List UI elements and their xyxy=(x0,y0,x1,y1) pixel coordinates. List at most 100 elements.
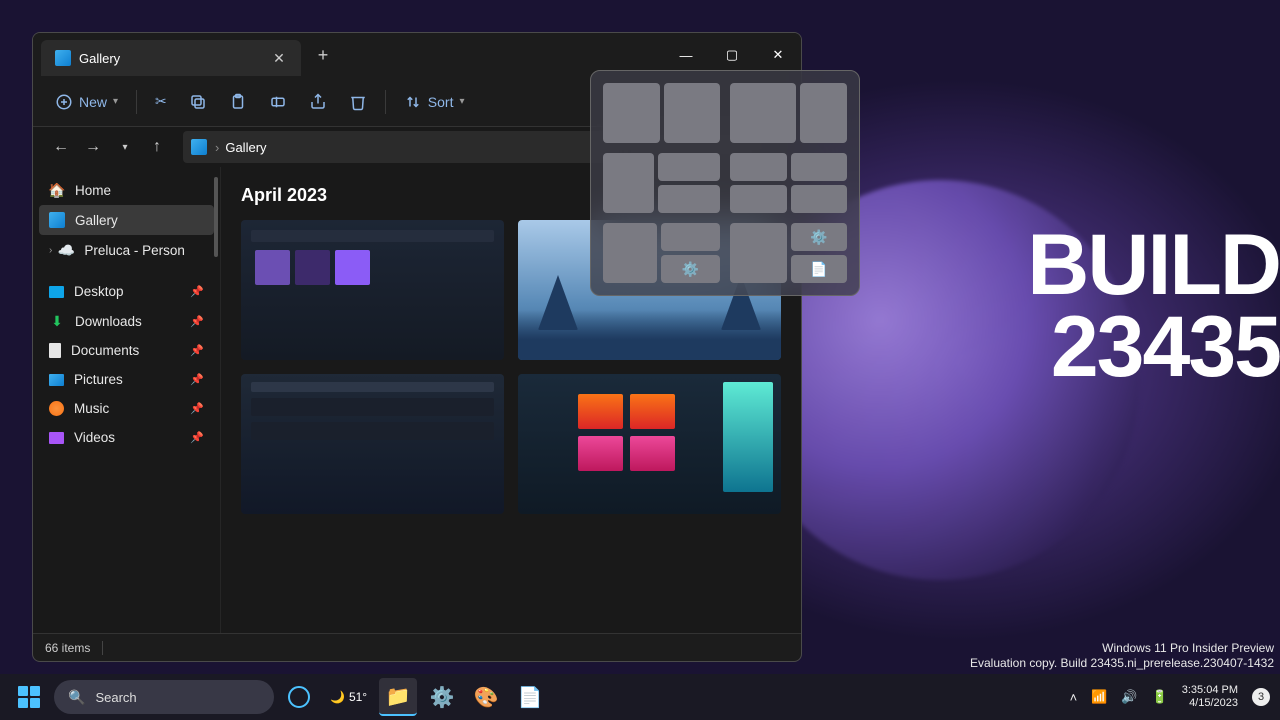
image-thumbnail[interactable] xyxy=(518,374,781,514)
cloud-icon: ☁️ xyxy=(58,242,74,258)
taskbar-search[interactable]: 🔍 Search xyxy=(54,680,274,714)
plus-circle-icon xyxy=(55,93,73,111)
new-button[interactable]: New ▾ xyxy=(47,87,126,117)
watermark-edition: Windows 11 Pro Insider Preview xyxy=(970,641,1274,657)
share-icon xyxy=(309,93,327,111)
delete-button[interactable] xyxy=(341,87,375,117)
watermark-build: Evaluation copy. Build 23435.ni_prerelea… xyxy=(970,656,1274,672)
image-thumbnail[interactable] xyxy=(241,374,504,514)
temperature: 51° xyxy=(349,690,367,704)
moon-icon: 🌙 xyxy=(330,690,345,704)
notepad-icon: 📄 xyxy=(791,255,848,283)
image-thumbnail[interactable] xyxy=(241,220,504,360)
new-tab-button[interactable]: + xyxy=(309,41,337,69)
taskbar-app-notepad[interactable]: 📄 xyxy=(511,678,549,716)
sidebar-item-home[interactable]: 🏠Home xyxy=(39,175,214,205)
sort-label: Sort xyxy=(428,94,454,110)
back-button[interactable]: ← xyxy=(47,133,75,161)
status-bar: 66 items xyxy=(33,633,801,661)
sidebar-item-pictures[interactable]: Pictures📌 xyxy=(39,365,214,394)
pin-icon: 📌 xyxy=(190,373,204,386)
snap-layout-3-alt[interactable]: ⚙️ xyxy=(603,223,720,283)
pin-icon: 📌 xyxy=(190,431,204,444)
sidebar-item-documents[interactable]: Documents📌 xyxy=(39,336,214,365)
sort-button[interactable]: Sort ▾ xyxy=(396,87,473,117)
taskbar-app-settings[interactable]: ⚙️ xyxy=(423,678,461,716)
sidebar-item-videos[interactable]: Videos📌 xyxy=(39,423,214,452)
snap-layout-3-apps[interactable]: ⚙️ 📄 xyxy=(730,223,847,283)
taskbar-app-explorer[interactable]: 📁 xyxy=(379,678,417,716)
sidebar-item-gallery[interactable]: Gallery xyxy=(39,205,214,235)
divider xyxy=(385,90,386,114)
date: 4/15/2023 xyxy=(1182,697,1238,710)
sidebar-item-desktop[interactable]: Desktop📌 xyxy=(39,277,214,306)
snap-layout-4grid[interactable] xyxy=(730,153,847,213)
recent-dropdown[interactable]: ▾ xyxy=(111,133,139,161)
volume-icon[interactable]: 🔊 xyxy=(1121,689,1137,705)
rename-button[interactable] xyxy=(261,87,295,117)
gear-icon: ⚙️ xyxy=(791,223,848,251)
gallery-icon xyxy=(55,50,71,66)
notepad-icon: 📄 xyxy=(518,685,543,710)
sidebar-item-music[interactable]: Music📌 xyxy=(39,394,214,423)
paste-button[interactable] xyxy=(221,87,255,117)
wifi-icon[interactable]: 📶 xyxy=(1091,689,1107,705)
weather-widget[interactable]: 🌙 51° xyxy=(324,690,373,704)
desktop-watermark: Windows 11 Pro Insider Preview Evaluatio… xyxy=(970,641,1274,672)
clock[interactable]: 3:35:04 PM 4/15/2023 xyxy=(1182,684,1238,710)
clipboard-icon xyxy=(229,93,247,111)
maximize-button[interactable]: ▢ xyxy=(709,39,755,71)
snap-layout-3[interactable] xyxy=(603,153,720,213)
videos-icon xyxy=(49,432,64,444)
sidebar-item-onedrive[interactable]: ›☁️Preluca - Person xyxy=(39,235,214,265)
palette-icon: 🎨 xyxy=(474,685,499,710)
window-controls: — ▢ ✕ xyxy=(663,39,801,71)
pin-icon: 📌 xyxy=(190,315,204,328)
sort-icon xyxy=(404,93,422,111)
copy-button[interactable] xyxy=(181,87,215,117)
new-label: New xyxy=(79,94,107,110)
folder-icon: 📁 xyxy=(386,684,411,709)
snap-layouts-flyout: ⚙️ ⚙️ 📄 xyxy=(590,70,860,296)
share-button[interactable] xyxy=(301,87,335,117)
music-icon xyxy=(49,401,64,416)
pin-icon: 📌 xyxy=(190,402,204,415)
minimize-button[interactable]: — xyxy=(663,39,709,71)
windows-logo-icon xyxy=(18,686,40,708)
gallery-icon xyxy=(191,139,207,155)
tab-title: Gallery xyxy=(79,51,263,66)
divider xyxy=(136,90,137,114)
copy-icon xyxy=(189,93,207,111)
scissors-icon: ✂ xyxy=(155,93,167,110)
home-icon: 🏠 xyxy=(49,182,65,198)
sidebar-item-downloads[interactable]: ⬇Downloads📌 xyxy=(39,306,214,336)
taskbar: 🔍 Search 🌙 51° 📁 ⚙️ 🎨 📄 ˄ 📶 🔊 🔋 3:35:04 P… xyxy=(0,674,1280,720)
tab-gallery[interactable]: Gallery ✕ xyxy=(41,40,301,76)
breadcrumb: ›Gallery xyxy=(215,140,267,155)
tray-overflow-button[interactable]: ˄ xyxy=(1070,690,1078,705)
start-button[interactable] xyxy=(10,678,48,716)
snap-layout-2col[interactable] xyxy=(603,83,720,143)
system-tray: ˄ 📶 🔊 🔋 3:35:04 PM 4/15/2023 3 xyxy=(1070,684,1270,710)
chevron-down-icon: ▾ xyxy=(113,96,118,107)
battery-icon[interactable]: 🔋 xyxy=(1152,689,1168,705)
rename-icon xyxy=(269,93,287,111)
close-tab-icon[interactable]: ✕ xyxy=(271,50,287,66)
pictures-icon xyxy=(49,374,64,386)
up-button[interactable]: ↑ xyxy=(143,133,171,161)
trash-icon xyxy=(349,93,367,111)
taskbar-app-paint[interactable]: 🎨 xyxy=(467,678,505,716)
search-placeholder: Search xyxy=(95,690,136,705)
copilot-icon xyxy=(288,686,310,708)
chevron-down-icon: ▾ xyxy=(459,96,464,107)
copilot-button[interactable] xyxy=(280,678,318,716)
pin-icon: 📌 xyxy=(190,285,204,298)
pin-icon: 📌 xyxy=(190,344,204,357)
notification-badge[interactable]: 3 xyxy=(1252,688,1270,706)
gear-icon: ⚙️ xyxy=(430,685,455,710)
forward-button[interactable]: → xyxy=(79,133,107,161)
snap-layout-2col-wide[interactable] xyxy=(730,83,847,143)
cut-button[interactable]: ✂ xyxy=(147,87,175,116)
scrollbar-thumb[interactable] xyxy=(214,177,218,257)
close-button[interactable]: ✕ xyxy=(755,39,801,71)
